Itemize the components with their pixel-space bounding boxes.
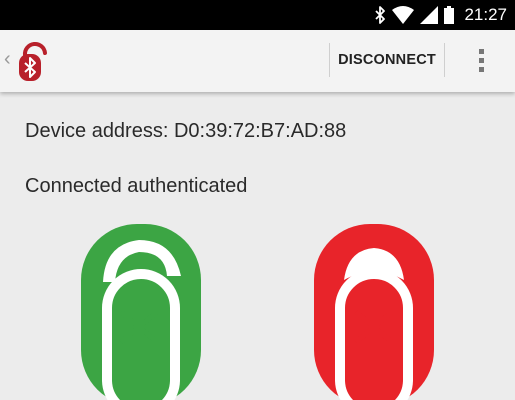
- bluetooth-unlock-icon[interactable]: [81, 224, 201, 400]
- bluetooth-icon: [375, 6, 386, 24]
- action-divider-right: [444, 43, 445, 77]
- action-divider-left: [329, 43, 330, 77]
- bluetooth-lock-icon[interactable]: [314, 224, 434, 400]
- wifi-icon: [392, 6, 415, 24]
- status-bar: 21:27: [0, 0, 515, 30]
- connection-status-text: Connected authenticated: [25, 175, 248, 197]
- disconnect-button[interactable]: DISCONNECT: [331, 43, 443, 77]
- bluetooth-lock-icon[interactable]: [13, 39, 57, 83]
- signal-icon: [420, 6, 439, 24]
- chevron-left-icon[interactable]: ‹: [4, 48, 11, 71]
- status-icons: 21:27: [374, 0, 507, 30]
- device-address-text: Device address: D0:39:72:B7:AD:88: [25, 120, 347, 142]
- more-vert-icon[interactable]: [466, 43, 496, 77]
- app-bar: ‹ DISCONNECT: [0, 30, 515, 92]
- status-time: 21:27: [464, 5, 507, 24]
- battery-icon: [444, 6, 455, 24]
